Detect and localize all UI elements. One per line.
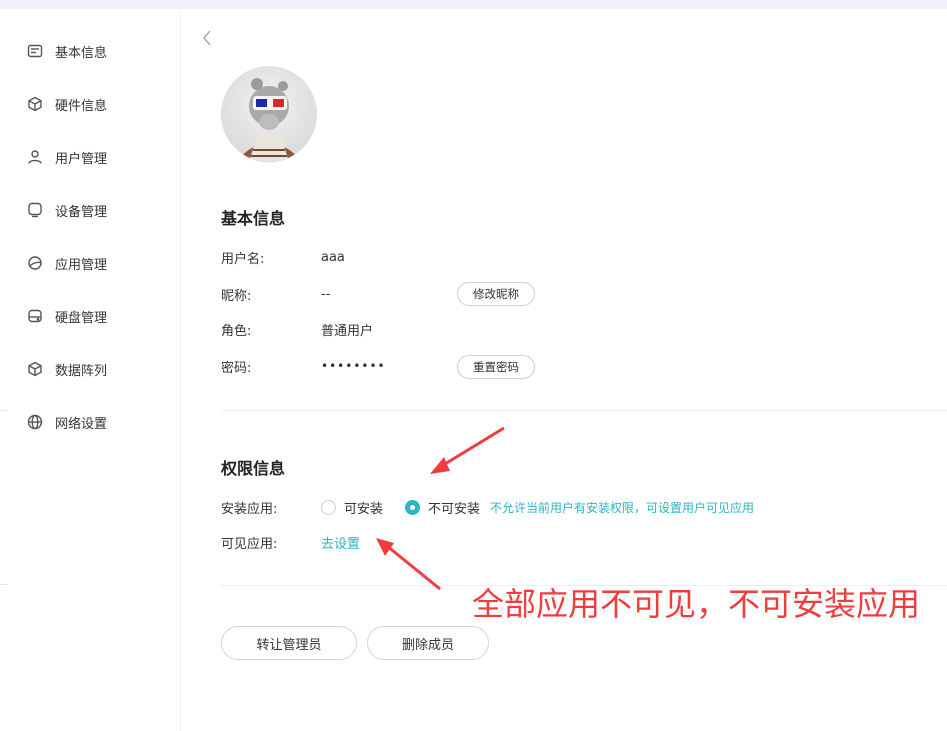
sidebar-item-network-settings[interactable]: 网络设置 <box>26 410 107 434</box>
go-settings-link[interactable]: 去设置 <box>321 533 360 552</box>
username-row: 用户名: aaa <box>221 245 345 269</box>
visible-apps-label: 可见应用: <box>221 536 278 552</box>
device-icon <box>26 201 44 219</box>
avatar <box>221 66 317 162</box>
chevron-left-icon <box>203 30 211 46</box>
nickname-row: 昵称: -- <box>221 282 330 306</box>
sidebar-item-label: 数据阵列 <box>55 363 108 379</box>
hard-disk-icon <box>26 307 44 325</box>
visible-apps-row: 可见应用: 去设置 <box>221 530 360 554</box>
radio-circle-selected <box>405 499 421 515</box>
radio-deny-label: 不可安装 <box>428 501 481 517</box>
radio-circle <box>321 499 336 515</box>
sidebar-item-app-management[interactable]: 应用管理 <box>26 251 107 275</box>
radio-allow-label: 可安装 <box>344 501 384 517</box>
nickname-label: 昵称: <box>221 288 252 304</box>
id-card-icon <box>26 42 44 60</box>
top-bar <box>0 0 947 9</box>
annotation-text: 全部应用不可见，不可安装应用 <box>472 585 921 623</box>
sidebar-item-label: 硬件信息 <box>55 98 108 114</box>
role-label: 角色: <box>221 323 252 339</box>
sidebar: 基本信息 硬件信息 用户管理 设备管理 应用管理 硬盘管理 数据阵列 网络设置 <box>0 9 181 731</box>
username-value: aaa <box>321 249 345 265</box>
sidebar-item-label: 设备管理 <box>55 204 108 220</box>
nickname-value: -- <box>321 286 331 302</box>
install-apps-label: 安装应用: <box>221 501 278 517</box>
remove-member-button[interactable]: 删除成员 <box>367 626 489 660</box>
password-row: 密码: •••••••• <box>221 354 386 378</box>
sidebar-item-hardware-info[interactable]: 硬件信息 <box>26 92 107 116</box>
role-row: 角色: 普通用户 <box>221 317 373 341</box>
box-icon <box>26 360 44 378</box>
basic-info-title: 基本信息 <box>221 209 286 228</box>
user-icon <box>26 148 44 166</box>
radio-deny-install[interactable]: 不可安装 <box>405 498 480 517</box>
globe-icon <box>26 413 44 431</box>
username-label: 用户名: <box>221 251 265 267</box>
sidebar-item-basic-info[interactable]: 基本信息 <box>26 39 107 63</box>
sidebar-item-user-management[interactable]: 用户管理 <box>26 145 107 169</box>
transfer-admin-button[interactable]: 转让管理员 <box>221 626 357 660</box>
cube-icon <box>26 95 44 113</box>
sidebar-item-data-array[interactable]: 数据阵列 <box>26 357 107 381</box>
sidebar-item-label: 硬盘管理 <box>55 310 108 326</box>
back-button[interactable] <box>200 29 214 47</box>
install-apps-row: 安装应用: 可安装 不可安装 不允许当前用户有安装权限，可设置用户可见应用 <box>221 495 754 519</box>
section-divider <box>221 410 947 411</box>
sidebar-item-device-management[interactable]: 设备管理 <box>26 198 107 222</box>
password-label: 密码: <box>221 360 252 376</box>
planet-icon <box>26 254 44 272</box>
sidebar-item-label: 用户管理 <box>55 151 108 167</box>
main-content: 基本信息 用户名: aaa 昵称: -- 修改昵称 角色: 普通用户 密码: •… <box>182 9 947 731</box>
sidebar-divider <box>0 410 8 411</box>
install-hint: 不允许当前用户有安装权限，可设置用户可见应用 <box>490 500 755 515</box>
sidebar-divider <box>0 584 8 585</box>
reset-password-button[interactable]: 重置密码 <box>457 355 535 379</box>
role-value: 普通用户 <box>321 323 374 339</box>
sidebar-item-label: 应用管理 <box>55 257 108 273</box>
radio-allow-install[interactable]: 可安装 <box>321 498 383 517</box>
edit-nickname-button[interactable]: 修改昵称 <box>457 282 535 306</box>
sidebar-item-disk-management[interactable]: 硬盘管理 <box>26 304 107 328</box>
sidebar-item-label: 网络设置 <box>55 416 108 432</box>
permission-info-title: 权限信息 <box>221 459 286 478</box>
sidebar-item-label: 基本信息 <box>55 45 108 61</box>
password-value: •••••••• <box>321 359 386 373</box>
